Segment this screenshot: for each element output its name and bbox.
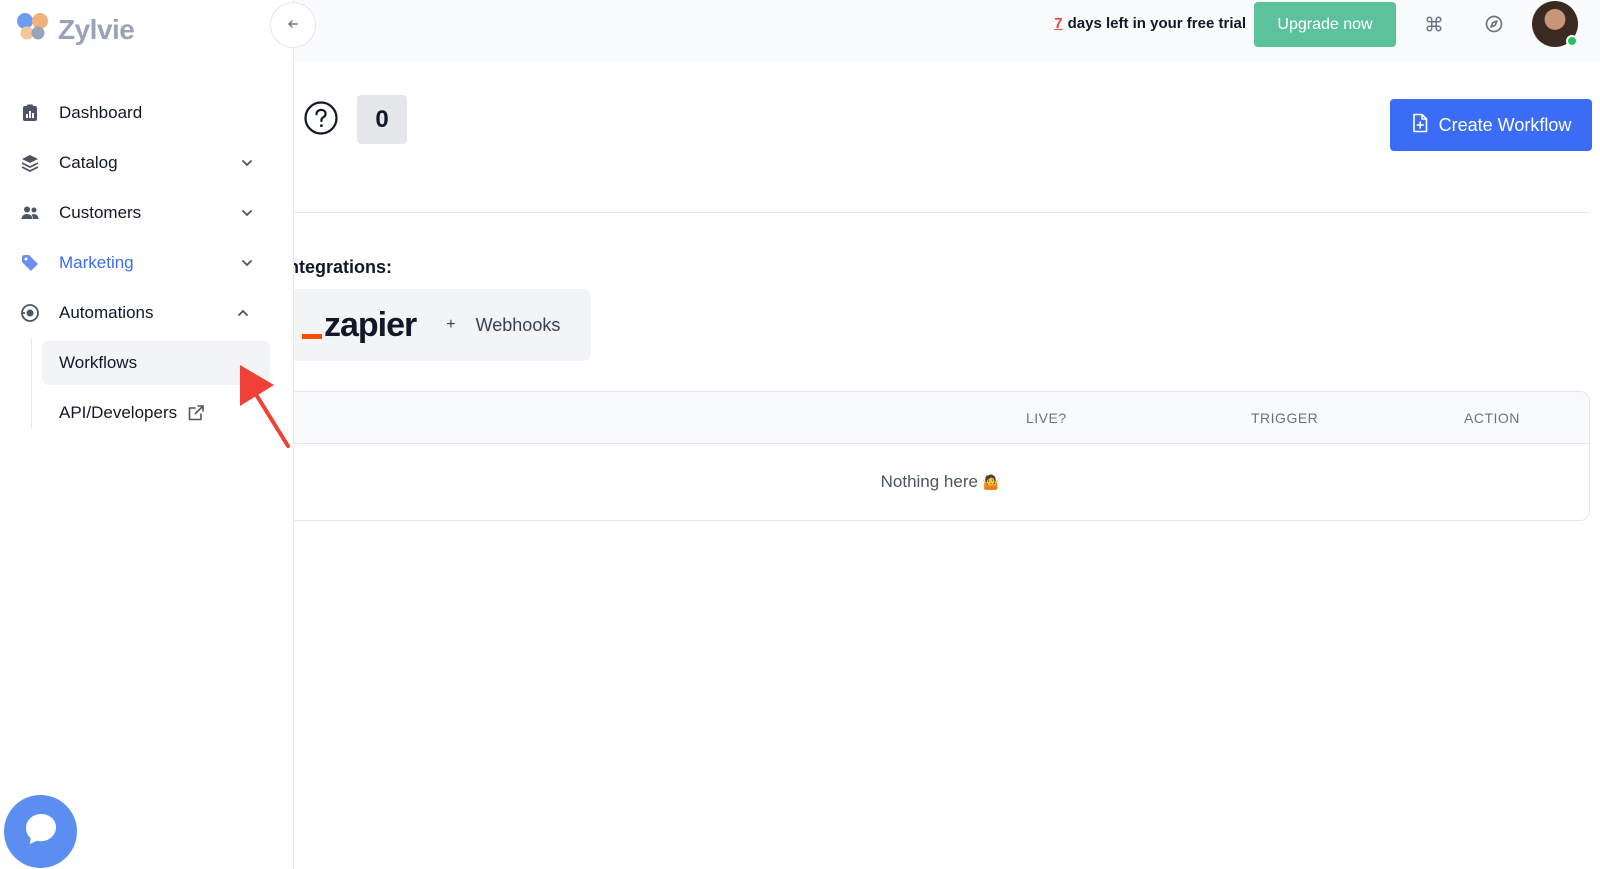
empty-state-row: Nothing here 🤷 [290, 472, 1589, 492]
webhooks-link[interactable]: Webhooks [476, 315, 561, 336]
external-link-icon [187, 404, 205, 422]
file-plus-icon [1411, 113, 1429, 138]
chevron-down-icon[interactable] [238, 254, 256, 272]
brand-logo[interactable]: Zylvie [16, 12, 135, 47]
command-icon[interactable] [1422, 12, 1446, 36]
sidebar: Zylvie Dashboard Catalog Customers Marke… [0, 0, 294, 869]
sidebar-item-marketing[interactable]: Marketing [20, 245, 256, 281]
chevron-down-icon[interactable] [238, 204, 256, 222]
create-workflow-button[interactable]: Create Workflow [1390, 99, 1592, 151]
layers-icon [20, 153, 40, 173]
empty-state-text: Nothing here [880, 472, 978, 491]
sidebar-item-catalog[interactable]: Catalog [20, 145, 256, 181]
sidebar-subitem-api-developers[interactable]: API/Developers [42, 391, 270, 435]
zapier-logo-bar [302, 334, 322, 339]
sidebar-subitem-label: Workflows [59, 353, 138, 372]
automation-icon [20, 303, 40, 323]
upgrade-now-button[interactable]: Upgrade now [1254, 2, 1396, 47]
zapier-logo[interactable]: zapier [302, 306, 417, 344]
sidebar-item-dashboard[interactable]: Dashboard [20, 95, 256, 131]
arrow-left-icon [287, 17, 299, 33]
table-header: LIVE? TRIGGER ACTION [290, 392, 1589, 444]
integrations-box: zapier + Webhooks [284, 289, 591, 361]
sidebar-item-label: Dashboard [59, 103, 143, 122]
plus-separator: + [446, 316, 456, 333]
brand-name: Zylvie [58, 13, 135, 45]
chat-widget-button[interactable] [4, 795, 77, 868]
zapier-logo-text: zapier [324, 306, 417, 344]
column-header-action: ACTION [1464, 410, 1520, 426]
compass-icon[interactable] [1482, 12, 1506, 36]
users-icon [20, 203, 40, 223]
workflows-table: LIVE? TRIGGER ACTION Nothing here 🤷 [290, 391, 1590, 521]
sidebar-item-automations[interactable]: Automations [20, 295, 256, 331]
sidebar-item-label: Catalog [59, 153, 118, 172]
collapse-sidebar-button[interactable] [270, 2, 316, 48]
user-avatar[interactable] [1532, 1, 1578, 47]
trial-days-count[interactable]: 7 [1054, 15, 1062, 32]
sidebar-item-label: Marketing [59, 253, 134, 272]
butterfly-logo-icon [16, 12, 50, 47]
sidebar-item-label: Automations [59, 303, 154, 322]
workflow-count-badge: 0 [357, 95, 407, 144]
chevron-down-icon[interactable] [238, 154, 256, 172]
shrug-emoji-icon: 🤷 [981, 474, 1000, 490]
help-question-icon[interactable] [304, 101, 338, 135]
sidebar-subitem-label: API/Developers [59, 403, 178, 422]
clipboard-chart-icon [20, 103, 40, 123]
column-header-trigger: TRIGGER [1251, 410, 1319, 426]
online-status-dot [1566, 35, 1578, 47]
column-header-live: LIVE? [1026, 410, 1067, 426]
chevron-up-icon[interactable] [234, 304, 252, 322]
section-divider [294, 212, 1590, 213]
trial-notice: 7 days left in your free trial [1054, 14, 1246, 34]
integrations-heading: ntegrations: [288, 257, 393, 277]
chat-bubble-icon [22, 810, 60, 853]
tag-icon [20, 253, 40, 273]
sidebar-item-customers[interactable]: Customers [20, 195, 256, 231]
create-workflow-label: Create Workflow [1438, 114, 1572, 135]
submenu-rail [31, 338, 32, 428]
trial-text: days left in your free trial [1067, 15, 1246, 32]
sidebar-item-label: Customers [59, 203, 142, 222]
sidebar-subitem-workflows[interactable]: Workflows [42, 341, 270, 385]
